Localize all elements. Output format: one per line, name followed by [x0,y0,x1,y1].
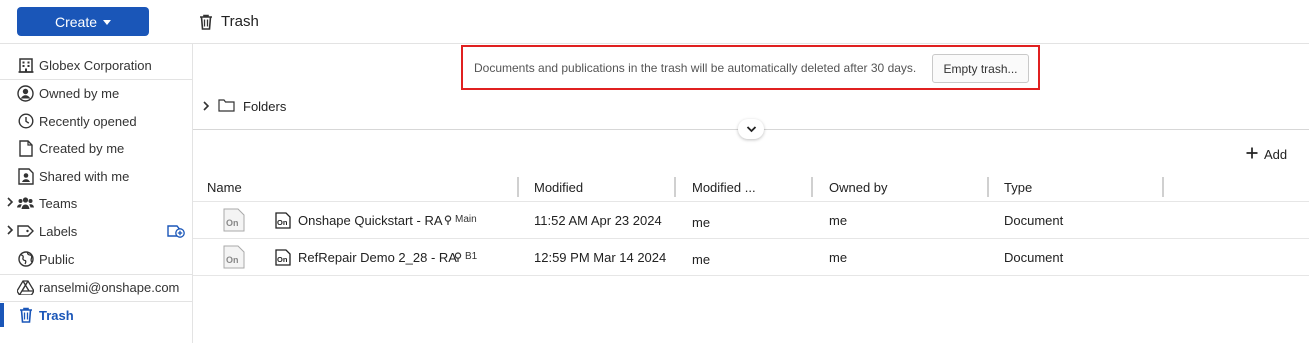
document-icon [17,139,34,157]
label-icon [17,223,34,240]
modified-by: me [692,252,711,267]
owned-by: me [829,213,848,228]
table-row[interactable]: On On Onshape Quickstart - RA Main 11:52… [193,202,1309,239]
sidebar-item-created-by-me[interactable]: Created by me [0,135,193,161]
sidebar-item-label: Shared with me [39,168,130,184]
folders-toggle[interactable]: Folders [202,98,286,115]
document-thumbnail: On [223,245,245,269]
add-label-icon[interactable] [167,224,185,238]
sidebar-item-owned-by-me[interactable]: Owned by me [0,80,193,106]
column-header-owned-by[interactable]: Owned by [829,180,888,195]
trash-icon [199,14,213,30]
sidebar-item-label: Trash [39,307,74,323]
sidebar-item-public[interactable]: Public [0,246,193,272]
owned-by: me [829,250,848,265]
modified-date: 12:59 PM Mar 14 2024 [534,250,667,265]
user-circle-icon [17,84,34,102]
sidebar-item-labels[interactable]: Labels [0,218,193,244]
modified-date: 11:52 AM Apr 23 2024 [534,213,662,228]
sidebar: Globex Corporation Owned by me Recently … [0,44,193,343]
svg-text:On: On [226,218,239,228]
branch-label: Main [455,214,477,225]
sidebar-item-label: Created by me [39,140,125,156]
empty-trash-button[interactable]: Empty trash... [932,54,1029,83]
column-header-modified[interactable]: Modified [534,180,583,195]
document-thumbnail: On [223,208,245,232]
sidebar-item-label: Owned by me [39,85,120,101]
svg-text:On: On [277,218,288,227]
team-icon [17,195,34,212]
column-header-type[interactable]: Type [1004,180,1032,195]
top-bar: Create Trash [0,0,1309,44]
sidebar-item-label: Recently opened [39,113,137,129]
column-header-modified-by[interactable]: Modified ... [692,180,756,195]
page-title-text: Trash [221,13,259,30]
chevron-right-icon[interactable] [6,196,14,210]
sidebar-item-recently-opened[interactable]: Recently opened [0,108,193,134]
column-resize-handle[interactable] [517,177,519,197]
svg-text:On: On [226,255,239,265]
branch-tag: Main [444,214,477,225]
column-resize-handle[interactable] [811,177,813,197]
trash-notice-text: Documents and publications in the trash … [474,61,917,75]
sidebar-item-label: Teams [39,195,78,211]
chevron-right-icon [202,99,210,114]
create-button[interactable]: Create [17,7,149,36]
folders-label: Folders [243,99,287,114]
page-title: Trash [199,13,259,30]
table-row[interactable]: On On RefRepair Demo 2_28 - RA B1 12:59 … [193,239,1309,276]
svg-text:On: On [277,255,288,264]
column-resize-handle[interactable] [1162,177,1164,197]
sidebar-item-globex-corporation[interactable]: Globex Corporation [0,52,193,78]
clock-icon [17,113,34,130]
divider [193,275,1309,276]
building-icon [17,57,34,74]
trash-icon [17,307,34,324]
drive-icon [17,279,34,296]
column-header-name[interactable]: Name [207,180,242,195]
document-name[interactable]: Onshape Quickstart - RA [298,213,443,228]
branch-tag: B1 [454,251,477,262]
column-resize-handle[interactable] [987,177,989,197]
document-type: Document [1004,213,1064,228]
globe-icon [17,251,34,268]
column-resize-handle[interactable] [674,177,676,197]
trash-notice: Documents and publications in the trash … [461,45,1040,90]
collapse-toggle-button[interactable] [738,119,764,139]
caret-down-icon [103,19,112,25]
add-button-label: Add [1264,147,1288,162]
onshape-document-icon: On [275,212,291,229]
sidebar-item-trash[interactable]: Trash [0,302,193,328]
chevron-down-icon [746,120,757,138]
chevron-right-icon[interactable] [6,224,14,238]
sidebar-item-google-drive[interactable]: ranselmi@onshape.com [0,274,193,300]
folder-icon [218,98,235,115]
modified-by: me [692,215,711,230]
sidebar-item-label: Public [39,251,75,267]
document-name[interactable]: RefRepair Demo 2_28 - RA [298,250,457,265]
sidebar-item-label: Labels [39,223,78,239]
add-button[interactable]: Add [1246,147,1287,162]
sidebar-item-label: ranselmi@onshape.com [39,279,180,295]
sidebar-item-shared-with-me[interactable]: Shared with me [0,163,193,189]
pin-icon [444,214,452,225]
sidebar-item-label: Globex Corporation [39,57,152,73]
branch-label: B1 [465,251,478,262]
pin-icon [454,251,462,262]
plus-icon [1246,147,1258,162]
document-type: Document [1004,250,1064,265]
sidebar-item-teams[interactable]: Teams [0,190,193,216]
onshape-document-icon: On [275,249,291,266]
create-button-label: Create [54,13,98,30]
shared-user-icon [17,167,34,185]
